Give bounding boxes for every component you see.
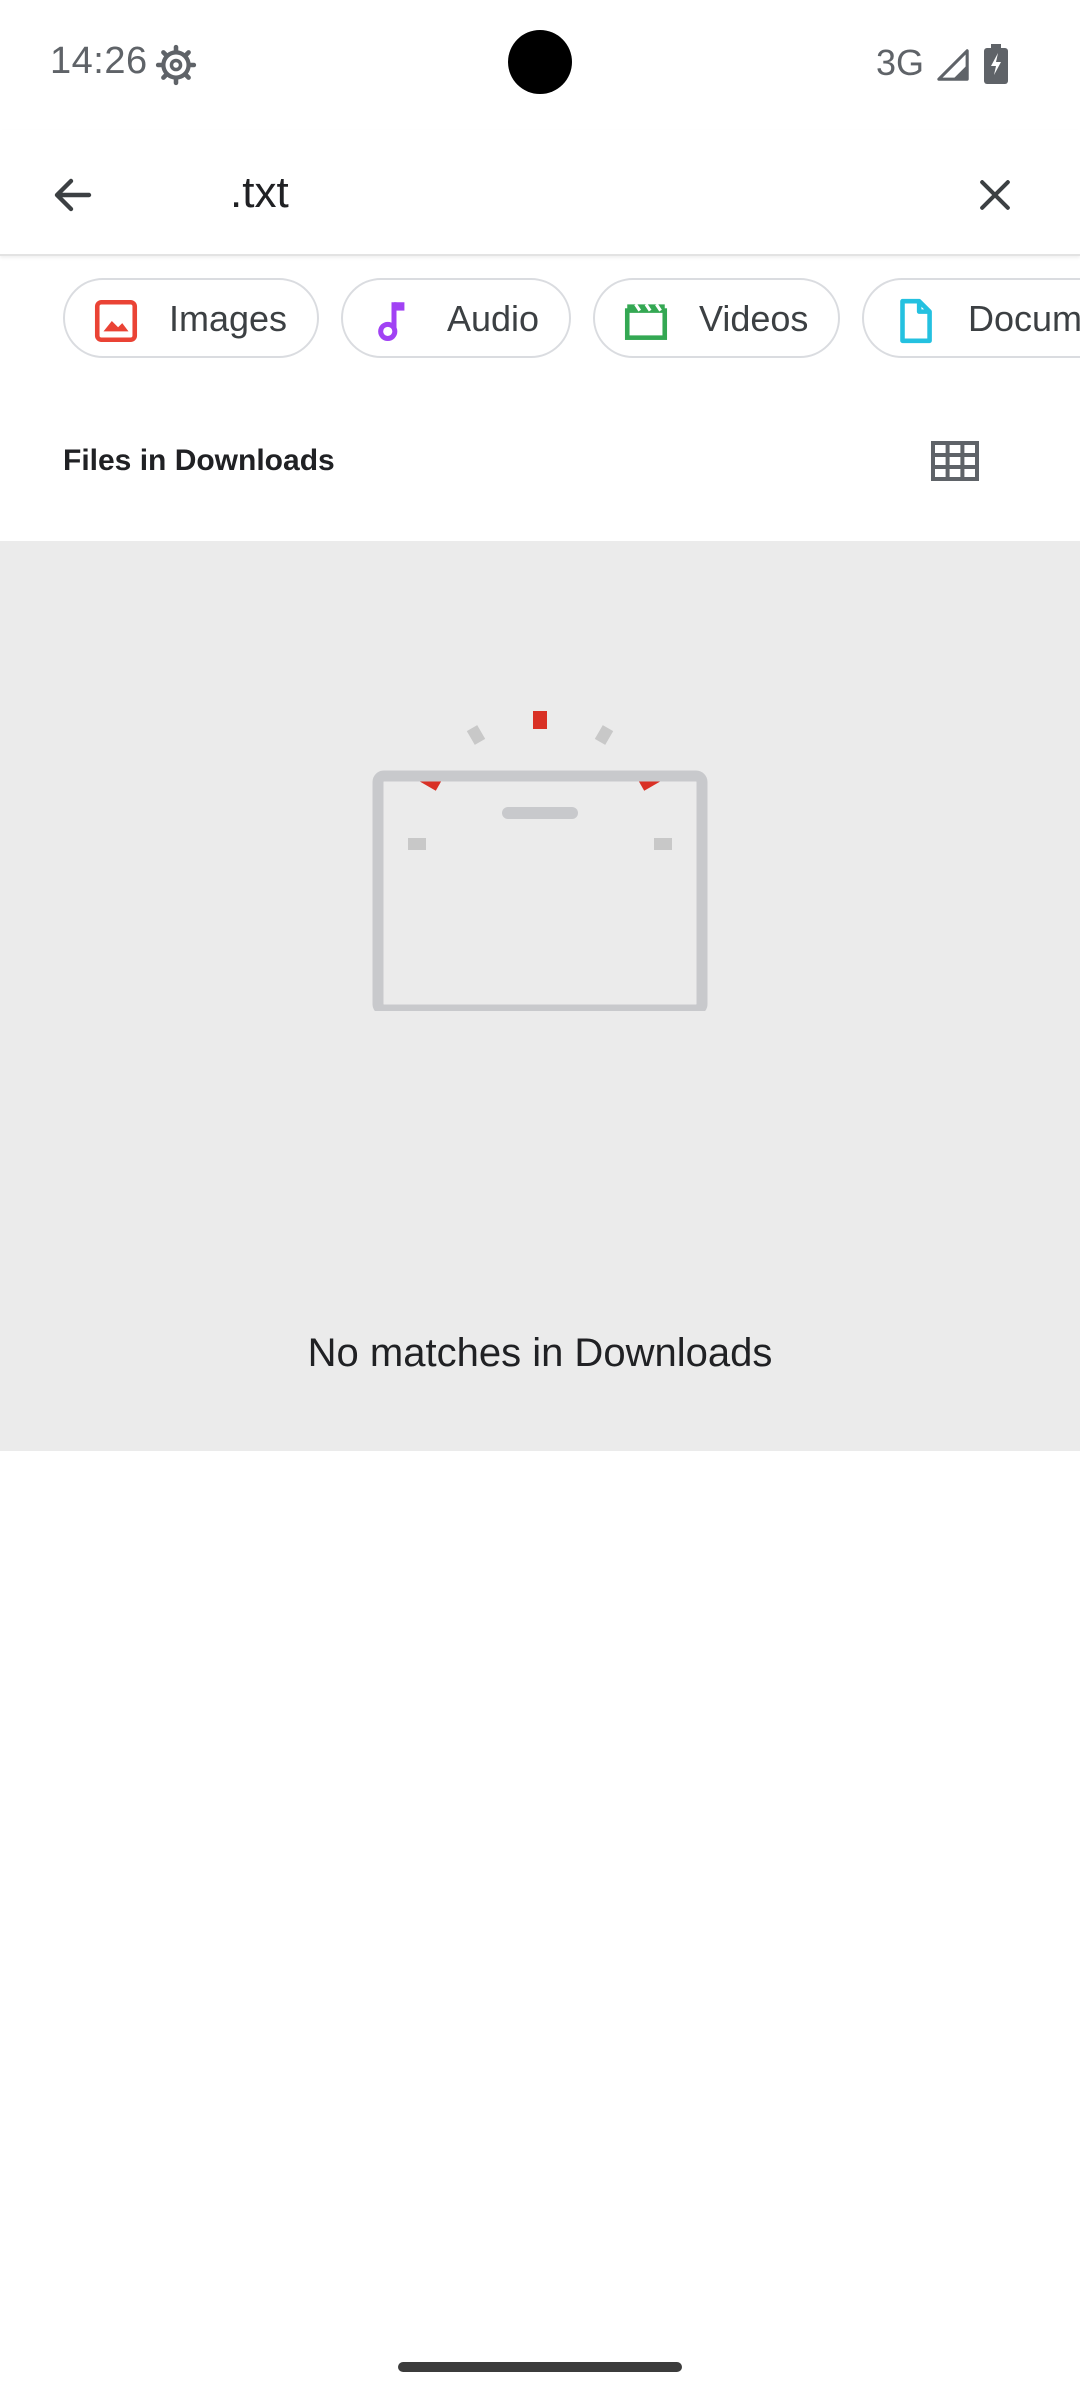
chip-documents[interactable]: Documents — [862, 278, 1080, 358]
camera-cutout — [508, 30, 572, 94]
search-toolbar — [0, 130, 1080, 256]
section-header: Files in Downloads — [0, 410, 1080, 520]
back-button[interactable] — [30, 152, 116, 238]
empty-folder-icon — [372, 711, 708, 1011]
chip-audio[interactable]: Audio — [341, 278, 571, 358]
music-note-icon — [378, 302, 405, 342]
grid-view-icon — [931, 441, 979, 481]
screen: 14:26 3G .txt Images Audio Videos Docum … — [0, 0, 1080, 2400]
chip-images[interactable]: Images — [63, 278, 319, 358]
chip-label: Audio — [447, 298, 540, 339]
section-title: Files in Downloads — [63, 444, 335, 477]
filter-chip-row: Images Audio Videos Documents — [0, 276, 1080, 364]
battery-charging-icon — [984, 44, 1008, 84]
settings-icon — [155, 44, 197, 86]
image-icon — [94, 299, 138, 343]
chip-label: Images — [169, 298, 288, 339]
close-icon — [980, 180, 1010, 210]
network-type: 3G — [876, 42, 925, 83]
chip-videos[interactable]: Videos — [593, 278, 840, 358]
status-time: 14:26 — [50, 40, 148, 82]
video-icon — [624, 303, 668, 340]
search-input[interactable] — [230, 158, 910, 228]
clear-search-button[interactable] — [952, 152, 1038, 238]
status-bar: 14:26 3G — [0, 0, 1080, 130]
chip-label: Documents — [968, 298, 1080, 339]
empty-message: No matches in Downloads — [307, 1331, 773, 1375]
grid-view-button[interactable] — [920, 426, 990, 496]
arrow-back-icon — [54, 178, 92, 212]
empty-state: No matches in Downloads — [0, 541, 1080, 1451]
signal-icon — [937, 49, 969, 81]
chip-label: Videos — [699, 298, 809, 339]
document-icon — [900, 298, 932, 344]
gesture-nav-handle[interactable] — [398, 2362, 682, 2372]
